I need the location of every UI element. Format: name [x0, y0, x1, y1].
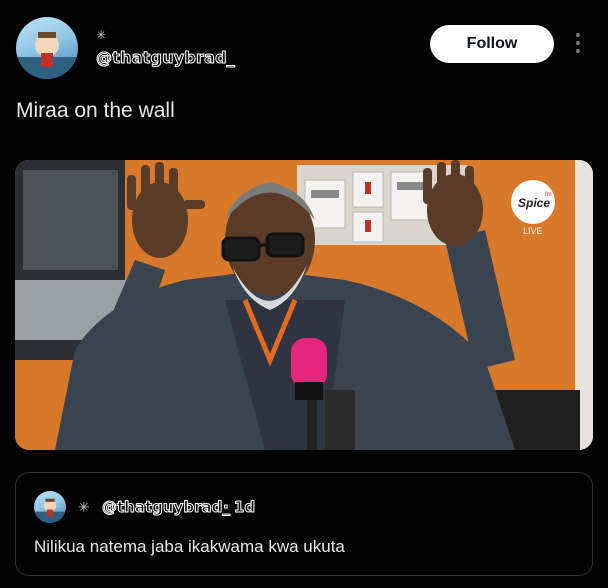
follow-button[interactable]: Follow — [430, 25, 554, 63]
author-handle[interactable]: @thatguybrad_ — [96, 48, 236, 68]
more-options-icon[interactable] — [570, 33, 586, 55]
station-logo-sub: fm — [545, 192, 552, 198]
quoted-post-text: Nilikua natema jaba ikakwama kwa ukuta — [34, 537, 345, 556]
quoted-author-avatar[interactable] — [34, 491, 66, 523]
quoted-post[interactable]: ✳ @thatguybrad_ · 1d Nilikua natema jaba… — [15, 472, 593, 576]
quoted-timestamp[interactable]: · 1d — [222, 498, 255, 517]
author-handle-row: ✳ @thatguybrad_ — [96, 28, 236, 68]
live-label: LIVE — [523, 226, 543, 236]
spider-icon: ✳ — [96, 28, 107, 42]
post-image[interactable]: Spice fm LIVE — [15, 160, 593, 450]
spider-icon: ✳ — [78, 499, 90, 515]
quoted-author-handle[interactable]: @thatguybrad_ — [102, 498, 231, 517]
post-text: Miraa on the wall — [16, 99, 175, 122]
author-avatar[interactable] — [16, 17, 78, 79]
station-logo: Spice — [518, 196, 550, 210]
